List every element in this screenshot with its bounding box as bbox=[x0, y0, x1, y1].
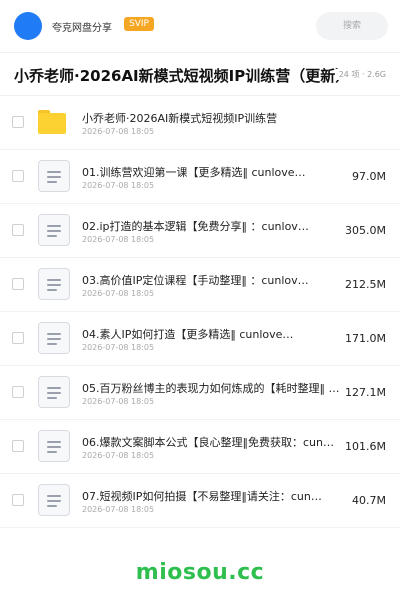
folder-header: 小乔老师·2026AI新模式短视频IP训练营（更新） 24 项 · 2.6G bbox=[0, 53, 400, 96]
search-input[interactable]: 搜索 bbox=[316, 12, 388, 40]
file-icon bbox=[38, 214, 70, 246]
item-name[interactable]: 01.训练营欢迎第一课【更多精选‖ cunlove… bbox=[82, 164, 350, 180]
list-item[interactable]: 02.ip打造的基本逻辑【免费分享‖ ：cunlov… 2026-07-08 18… bbox=[0, 204, 400, 258]
item-size: 305.0M bbox=[345, 224, 386, 237]
folder-icon bbox=[38, 106, 70, 138]
item-date: 2026-07-08 18:05 bbox=[82, 343, 155, 352]
row-checkbox[interactable] bbox=[12, 494, 24, 506]
folder-meta: 24 项 · 2.6G bbox=[335, 69, 386, 80]
row-checkbox[interactable] bbox=[12, 332, 24, 344]
list-item[interactable]: 06.爆款文案脚本公式【良心整理‖免费获取：cun… 2026-07-08 18:… bbox=[0, 420, 400, 474]
item-size: 127.1M bbox=[345, 386, 386, 399]
avatar[interactable] bbox=[14, 12, 42, 40]
row-checkbox[interactable] bbox=[12, 278, 24, 290]
svip-badge: SVIP bbox=[124, 17, 154, 31]
item-date: 2026-07-08 18:05 bbox=[82, 451, 155, 460]
list-item[interactable]: 07.短视频IP如何拍摄【不易整理‖请关注：cun… 2026-07-08 18:… bbox=[0, 474, 400, 528]
file-icon bbox=[38, 376, 70, 408]
item-date: 2026-07-08 18:05 bbox=[82, 505, 155, 514]
file-list: 小乔老师·2026AI新模式短视频IP训练营 2026-07-08 18:05 01… bbox=[0, 96, 400, 528]
file-icon bbox=[38, 160, 70, 192]
watermark: miosou.cc bbox=[135, 560, 265, 585]
item-name[interactable]: 04.素人IP如何打造【更多精选‖ cunlove… bbox=[82, 326, 350, 342]
row-checkbox[interactable] bbox=[12, 224, 24, 236]
list-item[interactable]: 01.训练营欢迎第一课【更多精选‖ cunlove… 2026-07-08 18:… bbox=[0, 150, 400, 204]
file-icon bbox=[38, 430, 70, 462]
row-checkbox[interactable] bbox=[12, 170, 24, 182]
item-date: 2026-07-08 18:05 bbox=[82, 127, 155, 136]
item-name[interactable]: 06.爆款文案脚本公式【良心整理‖免费获取：cun… bbox=[82, 434, 350, 450]
row-checkbox[interactable] bbox=[12, 116, 24, 128]
item-name[interactable]: 小乔老师·2026AI新模式短视频IP训练营 bbox=[82, 110, 382, 126]
item-date: 2026-07-08 18:05 bbox=[82, 397, 155, 406]
item-name[interactable]: 05.百万粉丝博主的表现力如何炼成的【耗时整理‖ 不… bbox=[82, 380, 350, 396]
item-size: 40.7M bbox=[352, 494, 386, 507]
item-date: 2026-07-08 18:05 bbox=[82, 181, 155, 190]
page-title: 小乔老师·2026AI新模式短视频IP训练营（更新） bbox=[14, 67, 351, 85]
item-date: 2026-07-08 18:05 bbox=[82, 235, 155, 244]
item-size: 212.5M bbox=[345, 278, 386, 291]
row-checkbox[interactable] bbox=[12, 440, 24, 452]
item-name[interactable]: 03.高价值IP定位课程【手动整理‖ ：cunlov… bbox=[82, 272, 350, 288]
item-date: 2026-07-08 18:05 bbox=[82, 289, 155, 298]
file-icon bbox=[38, 268, 70, 300]
list-item[interactable]: 03.高价值IP定位课程【手动整理‖ ：cunlov… 2026-07-08 18… bbox=[0, 258, 400, 312]
item-size: 97.0M bbox=[352, 170, 386, 183]
item-size: 101.6M bbox=[345, 440, 386, 453]
row-checkbox[interactable] bbox=[12, 386, 24, 398]
item-size: 171.0M bbox=[345, 332, 386, 345]
top-bar: 夸克网盘分享 SVIP 搜索 bbox=[0, 0, 400, 53]
sharer-name: 夸克网盘分享 bbox=[52, 23, 112, 34]
list-item[interactable]: 04.素人IP如何打造【更多精选‖ cunlove… 2026-07-08 18:… bbox=[0, 312, 400, 366]
list-item[interactable]: 05.百万粉丝博主的表现力如何炼成的【耗时整理‖ 不… 2026-07-08 18… bbox=[0, 366, 400, 420]
item-name[interactable]: 07.短视频IP如何拍摄【不易整理‖请关注：cun… bbox=[82, 488, 350, 504]
file-icon bbox=[38, 484, 70, 516]
item-name[interactable]: 02.ip打造的基本逻辑【免费分享‖ ：cunlov… bbox=[82, 218, 350, 234]
file-icon bbox=[38, 322, 70, 354]
list-item[interactable]: 小乔老师·2026AI新模式短视频IP训练营 2026-07-08 18:05 bbox=[0, 96, 400, 150]
